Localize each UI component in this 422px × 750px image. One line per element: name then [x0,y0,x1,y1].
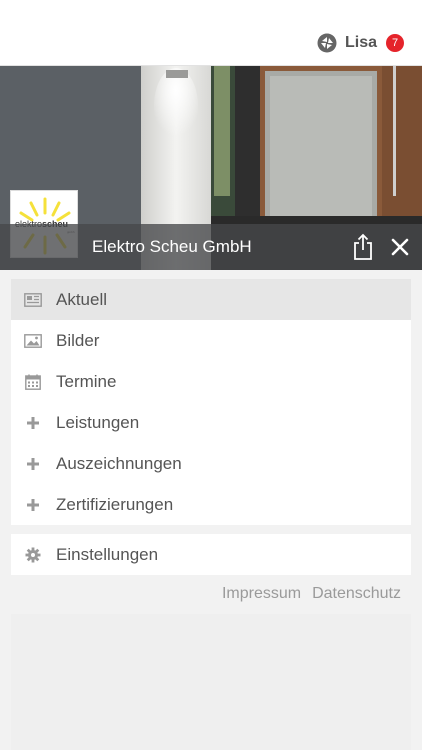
menu-item-termine[interactable]: Termine [11,361,411,402]
plus-icon [24,456,42,472]
plus-icon [24,415,42,431]
share-icon [354,233,372,260]
menu-item-label: Bilder [56,330,100,350]
share-button[interactable] [351,233,375,261]
impressum-link[interactable]: Impressum [222,585,301,603]
menu-item-label: Auszeichnungen [56,453,182,473]
menu-item-zertifizierungen[interactable]: Zertifizierungen [11,484,411,525]
settings-menu: Einstellungen [11,534,411,575]
user-account[interactable]: Lisa 7 [317,33,404,53]
datenschutz-link[interactable]: Datenschutz [312,585,401,603]
company-name: Elektro Scheu GmbH [92,237,252,256]
user-name: Lisa [344,34,377,51]
menu-item-label: Leistungen [56,412,140,432]
calendar-icon [24,374,42,390]
newspaper-icon [24,292,42,308]
close-button[interactable] [389,234,411,260]
menu-item-einstellungen[interactable]: Einstellungen [11,534,411,575]
main-menu: Aktuell Bilder Termine Leistungen Auszei… [11,279,411,525]
top-bar: Lisa 7 [0,0,422,66]
image-icon [24,333,42,349]
bottom-panel [11,614,411,750]
menu-item-leistungen[interactable]: Leistungen [11,402,411,443]
menu-item-label: Einstellungen [56,544,159,564]
plus-icon [24,497,42,513]
footer-links: Impressum Datenschutz [211,585,401,603]
menu-item-auszeichnungen[interactable]: Auszeichnungen [11,443,411,484]
menu-item-label: Aktuell [56,289,108,309]
gear-icon [24,547,42,563]
menu-item-label: Termine [56,371,117,391]
close-icon [391,238,409,256]
app-logo-icon [317,33,337,53]
menu-item-bilder[interactable]: Bilder [11,320,411,361]
notification-badge[interactable]: 7 [386,34,404,52]
company-title-bar: Elektro Scheu GmbH [0,224,422,270]
menu-item-aktuell[interactable]: Aktuell [11,279,411,320]
menu-item-label: Zertifizierungen [56,494,174,514]
